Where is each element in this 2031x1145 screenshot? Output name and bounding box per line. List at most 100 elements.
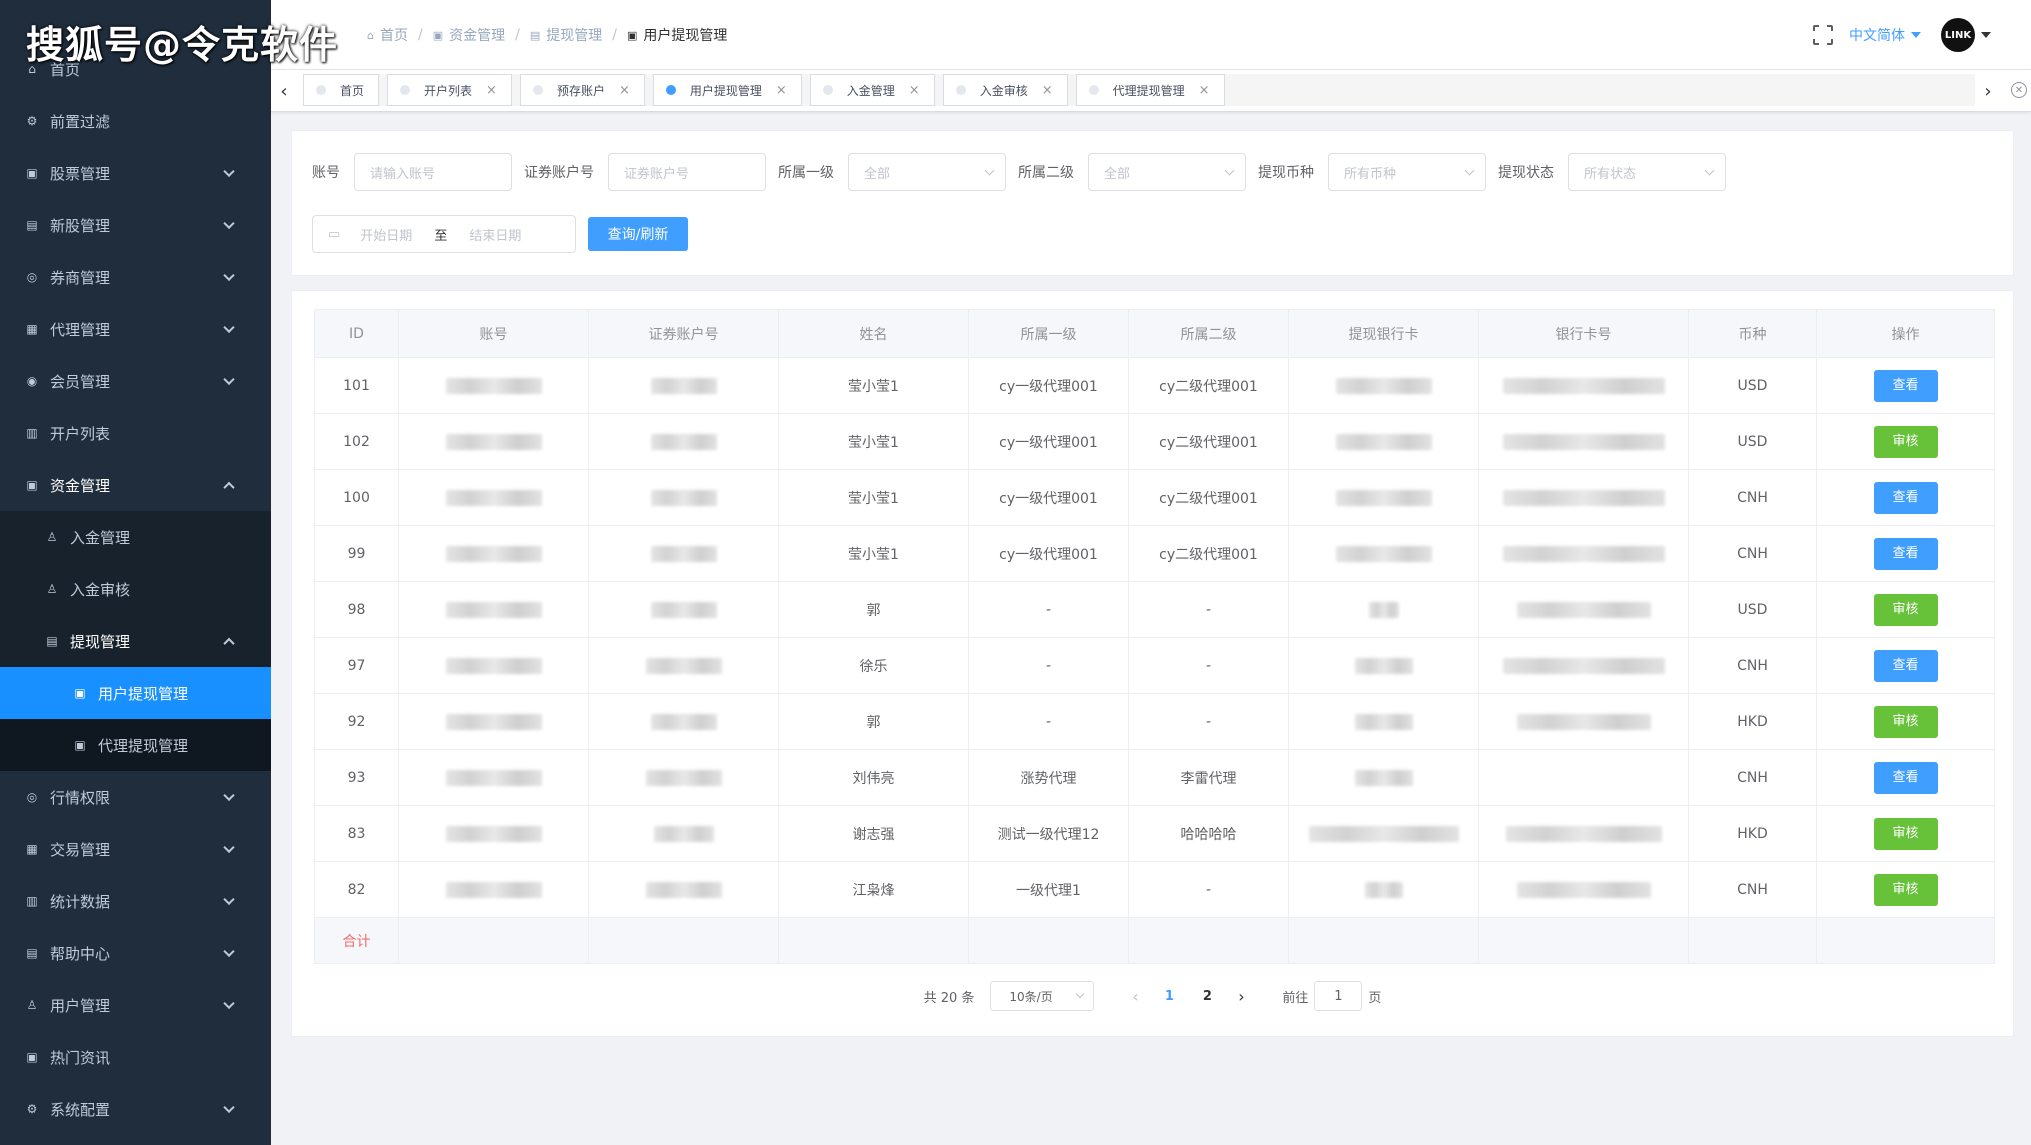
view-button[interactable]: 查看	[1873, 481, 1938, 514]
level2-select[interactable]: 全部	[1088, 153, 1246, 191]
trade-icon: ▦	[26, 842, 38, 856]
sidebar-item-fund[interactable]: ▣ 资金管理	[0, 459, 271, 511]
col-action: 操作	[1816, 309, 1995, 358]
view-button[interactable]: 查看	[1873, 369, 1938, 402]
status-label: 提现状态	[1498, 165, 1554, 181]
cell-card-redacted	[1478, 469, 1689, 526]
table-row: 93 刘伟亮 涨势代理 李雷代理 CNH 查看	[314, 749, 1995, 806]
sidebar-item-trade[interactable]: ▦ 交易管理	[0, 823, 271, 875]
goto-page-input[interactable]: 1	[1314, 981, 1363, 1011]
avatar[interactable]: LINK	[1941, 18, 1975, 52]
fullscreen-icon[interactable]	[1812, 24, 1834, 46]
chevron-down-icon[interactable]	[1911, 32, 1921, 38]
tab-deposit[interactable]: 入金管理 ×	[809, 74, 935, 106]
calendar-icon: ▭	[328, 226, 341, 242]
cell-level2: -	[1128, 637, 1289, 694]
sidebar-item-label: 新股管理	[50, 216, 111, 235]
audit-button[interactable]: 审核	[1873, 705, 1938, 738]
sidebar-item-stats[interactable]: ▥ 统计数据	[0, 875, 271, 927]
tab-home[interactable]: 首页	[303, 74, 380, 106]
next-page-icon[interactable]: ›	[1226, 987, 1256, 1006]
sidebar-item-news[interactable]: ▣ 热门资讯	[0, 1031, 271, 1083]
sidebar-item-prefilter[interactable]: ⚙ 前置过滤	[0, 95, 271, 147]
sidebar-item-help[interactable]: ▤ 帮助中心	[0, 927, 271, 979]
sidebar-item-member[interactable]: ◉ 会员管理	[0, 355, 271, 407]
close-icon[interactable]: ×	[486, 83, 497, 98]
col-level1: 所属一级	[968, 309, 1129, 358]
view-button[interactable]: 查看	[1873, 537, 1938, 570]
tab-account-list[interactable]: 开户列表 ×	[387, 74, 512, 106]
level1-select[interactable]: 全部	[848, 153, 1006, 191]
cell-currency: HKD	[1688, 693, 1817, 750]
cell-level1: -	[968, 693, 1129, 750]
cell-account-redacted	[398, 693, 589, 750]
audit-button[interactable]: 审核	[1873, 425, 1938, 458]
chevron-right-icon[interactable]: ›	[1975, 70, 2001, 112]
sidebar-item-withdraw[interactable]: ▤ 提现管理	[0, 615, 271, 667]
page-number[interactable]: 2	[1188, 989, 1226, 1004]
prev-page-icon[interactable]: ‹	[1120, 987, 1150, 1006]
language-select[interactable]: 中文简体	[1849, 25, 1905, 45]
sidebar-item-deposit-audit[interactable]: ♙ 入金审核	[0, 563, 271, 615]
table-row: 83 谢志强 测试一级代理12 哈哈哈哈 HKD 审核	[314, 805, 1995, 862]
cell-level1: -	[968, 637, 1129, 694]
user-withdraw-icon: ▣	[74, 686, 86, 700]
sidebar-item-quote[interactable]: ◎ 行情权限	[0, 771, 271, 823]
cell-id: 92	[314, 693, 399, 750]
audit-button[interactable]: 审核	[1873, 873, 1938, 906]
chevron-down-icon	[223, 165, 235, 178]
cell-card-redacted	[1478, 693, 1689, 750]
sidebar-item-account-list[interactable]: ▥ 开户列表	[0, 407, 271, 459]
col-sec-account: 证券账户号	[588, 309, 779, 358]
view-button[interactable]: 查看	[1873, 761, 1938, 794]
close-all-icon[interactable]: ✕	[2011, 82, 2027, 98]
sidebar-item-broker[interactable]: ◎ 券商管理	[0, 251, 271, 303]
currency-select[interactable]: 所有币种	[1328, 153, 1486, 191]
cell-level2: cy二级代理001	[1128, 469, 1289, 526]
col-name: 姓名	[778, 309, 969, 358]
cell-bank-redacted	[1288, 469, 1479, 526]
audit-button[interactable]: 审核	[1873, 593, 1938, 626]
cell-currency: USD	[1688, 413, 1817, 470]
sidebar-item-ipo[interactable]: ▤ 新股管理	[0, 199, 271, 251]
chevron-down-icon	[223, 997, 235, 1010]
cell-level2: -	[1128, 581, 1289, 638]
fund-icon: ▣	[432, 28, 444, 42]
breadcrumb-withdraw[interactable]: 提现管理	[546, 25, 602, 45]
sec-account-input[interactable]: 证券账户号	[608, 153, 766, 191]
sidebar-item-deposit[interactable]: ♙ 入金管理	[0, 511, 271, 563]
chevron-left-icon[interactable]: ‹	[271, 70, 297, 112]
close-icon[interactable]: ×	[1199, 83, 1210, 98]
tab-agent-withdraw[interactable]: 代理提现管理 ×	[1075, 74, 1225, 106]
close-icon[interactable]: ×	[619, 83, 630, 98]
close-icon[interactable]: ×	[776, 83, 787, 98]
account-input[interactable]: 请输入账号	[354, 153, 512, 191]
sidebar-item-agent[interactable]: ▦ 代理管理	[0, 303, 271, 355]
sidebar-item-agent-withdraw[interactable]: ▣ 代理提现管理	[0, 719, 271, 771]
sidebar-item-user-withdraw[interactable]: ▣ 用户提现管理	[0, 667, 271, 719]
breadcrumb-home[interactable]: 首页	[380, 25, 408, 45]
view-button[interactable]: 查看	[1873, 649, 1938, 682]
date-range-picker[interactable]: ▭ 开始日期 至 结束日期	[312, 215, 576, 253]
table-row: 99 莹小莹1 cy一级代理001 cy二级代理001 CNH 查看	[314, 525, 1995, 582]
chevron-down-icon[interactable]	[1981, 32, 1991, 38]
tab-deposit-audit[interactable]: 入金审核 ×	[942, 74, 1068, 106]
status-select[interactable]: 所有状态	[1568, 153, 1726, 191]
tab-dot	[400, 85, 411, 95]
cell-name: 徐乐	[778, 637, 969, 694]
breadcrumb-fund[interactable]: 资金管理	[449, 25, 505, 45]
tab-user-withdraw[interactable]: 用户提现管理 ×	[652, 74, 802, 106]
cell-card-redacted	[1478, 861, 1689, 918]
page-size-select[interactable]: 10条/页	[990, 981, 1095, 1011]
sidebar-item-user[interactable]: ♙ 用户管理	[0, 979, 271, 1031]
account-placeholder: 请输入账号	[370, 166, 436, 182]
query-refresh-button[interactable]: 查询/刷新	[588, 217, 688, 251]
sidebar-item-stock[interactable]: ▣ 股票管理	[0, 147, 271, 199]
page-number[interactable]: 1	[1150, 989, 1188, 1004]
close-icon[interactable]: ×	[909, 83, 920, 98]
audit-button[interactable]: 审核	[1873, 817, 1938, 850]
sidebar-item-label: 热门资讯	[50, 1048, 111, 1067]
sidebar-item-settings[interactable]: ⚙ 系统配置	[0, 1083, 271, 1135]
tab-prestore[interactable]: 预存账户 ×	[519, 74, 645, 106]
close-icon[interactable]: ×	[1042, 83, 1053, 98]
